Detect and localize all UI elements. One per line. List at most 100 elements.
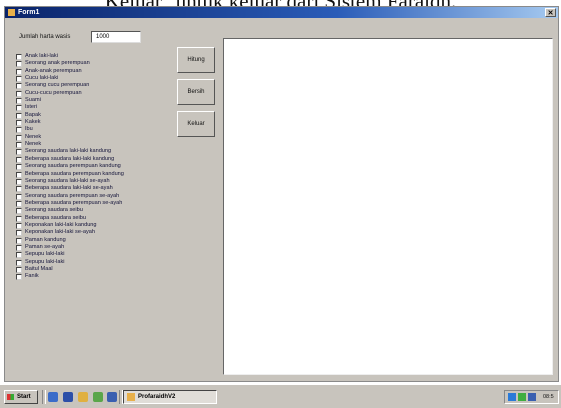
checkbox-label: Seorang saudara laki-laki kandung [25, 148, 112, 155]
heir-checkbox-row[interactable]: Seorang cucu perempuan [16, 82, 176, 90]
keluar-button[interactable]: Keluar [177, 111, 215, 137]
checkbox[interactable] [16, 171, 22, 178]
heir-checkbox-row[interactable]: Bapak [16, 112, 176, 119]
checkbox[interactable] [16, 112, 22, 119]
checkbox[interactable] [16, 244, 22, 251]
checkbox[interactable] [16, 274, 22, 281]
checkbox-label: Cucu-cucu perempuan [25, 89, 82, 96]
heir-checkbox-row[interactable]: Nenek [16, 134, 176, 141]
checkbox[interactable] [16, 178, 22, 185]
checkbox[interactable] [16, 156, 22, 163]
bersih-button[interactable]: Bersih [177, 79, 215, 105]
checkbox-label: Seorang anak perempuan [25, 60, 90, 67]
heir-checkbox-row[interactable]: Keponakan laki-laki se-ayah [16, 229, 176, 237]
checkbox-label: Paman se-ayah [25, 243, 65, 250]
heir-checkbox-row[interactable]: Kakek [16, 119, 176, 127]
checkbox[interactable] [16, 142, 22, 149]
taskbar-app-button[interactable]: ProfaraidhV2 [123, 390, 217, 404]
checkbox[interactable] [16, 98, 22, 105]
checkbox[interactable] [16, 61, 22, 68]
checkbox-label: Suami [25, 97, 41, 104]
heir-checkbox-row[interactable]: Keponakan laki-laki kandung [16, 222, 176, 229]
checkbox[interactable] [16, 200, 22, 207]
checkbox[interactable] [16, 90, 22, 97]
checkbox[interactable] [16, 222, 22, 229]
desktop-icon[interactable] [48, 392, 58, 402]
app-icon [8, 9, 15, 16]
heir-checkbox-row[interactable]: Sepupu laki-laki [16, 251, 176, 259]
checkbox[interactable] [16, 259, 22, 266]
checkbox[interactable] [16, 68, 22, 75]
heir-checkbox-row[interactable]: Seorang saudara laki-laki se-ayah [16, 178, 176, 185]
heir-checkbox-row[interactable]: Anak laki-laki [16, 53, 176, 60]
checkbox-label: Beberapa saudara laki-laki kandung [25, 155, 115, 162]
checkbox[interactable] [16, 76, 22, 83]
heir-checkbox-row[interactable]: Beberapa saudara perempuan se-ayah [16, 200, 176, 207]
checkbox-label: Anak laki-laki [25, 53, 58, 59]
explorer-icon[interactable] [78, 392, 88, 402]
heir-checkbox-list: Anak laki-laki Seorang anak perempuan Anak… [16, 53, 176, 281]
checkbox[interactable] [16, 237, 22, 244]
checkbox[interactable] [16, 134, 22, 141]
checkbox-label: Beberapa saudara perempuan kandung [25, 170, 124, 177]
checkbox-label: Paman kandung [25, 236, 66, 243]
heir-checkbox-row[interactable]: Seorang saudara laki-laki kandung [16, 148, 176, 156]
heir-checkbox-row[interactable]: Nenek [16, 141, 176, 149]
heir-checkbox-row[interactable]: Seorang saudara seibu [16, 207, 176, 215]
quick-launch-icon[interactable] [107, 392, 117, 402]
word-icon[interactable] [63, 392, 73, 402]
heir-checkbox-row[interactable]: Seorang saudara perempuan se-ayah [16, 193, 176, 200]
taskbar-app-label: ProfaraidhV2 [138, 394, 176, 400]
heir-checkbox-row[interactable]: Isteri [16, 104, 176, 112]
checkbox-label: Seorang cucu perempuan [25, 82, 90, 89]
checkbox-label: Sepupu laki-laki [25, 258, 65, 265]
hitung-button[interactable]: Hitung [177, 47, 215, 73]
checkbox[interactable] [16, 83, 22, 90]
heir-checkbox-row[interactable]: Beberapa saudara laki-laki kandung [16, 156, 176, 163]
title-bar[interactable]: Form1 ✕ [5, 7, 558, 18]
checkbox-label: Keponakan laki-laki kandung [25, 221, 97, 228]
checkbox-label: Beberapa saudara laki-laki se-ayah [25, 185, 113, 192]
checkbox-label: Anak-anak perempuan [25, 67, 82, 74]
checkbox[interactable] [16, 230, 22, 237]
heir-checkbox-row[interactable]: Suami [16, 97, 176, 105]
paint-icon[interactable] [93, 392, 103, 402]
heir-checkbox-row[interactable]: Seorang saudara perempuan kandung [16, 163, 176, 171]
heir-checkbox-row[interactable]: Paman kandung [16, 237, 176, 244]
tray-icon[interactable] [528, 393, 536, 401]
heir-checkbox-row[interactable]: Sepupu laki-laki [16, 259, 176, 266]
heir-checkbox-row[interactable]: Seorang anak perempuan [16, 60, 176, 68]
checkbox[interactable] [16, 193, 22, 200]
checkbox[interactable] [16, 105, 22, 112]
heir-checkbox-row[interactable]: Beberapa saudara laki-laki se-ayah [16, 185, 176, 193]
heir-checkbox-row[interactable]: Baitul Maal [16, 266, 176, 273]
heir-checkbox-row[interactable]: Beberapa saudara perempuan kandung [16, 171, 176, 178]
checkbox-label: Cucu laki-laki [25, 75, 59, 82]
checkbox[interactable] [16, 266, 22, 273]
network-icon[interactable] [508, 393, 516, 401]
system-tray: 08:5 [504, 390, 559, 404]
checkbox[interactable] [16, 120, 22, 127]
checkbox[interactable] [16, 127, 22, 134]
volume-icon[interactable] [518, 393, 526, 401]
checkbox[interactable] [16, 186, 22, 193]
heir-checkbox-row[interactable]: Fanik [16, 273, 176, 281]
result-output-area[interactable] [223, 38, 553, 375]
start-button[interactable]: Start [4, 390, 38, 404]
heir-checkbox-row[interactable]: Cucu laki-laki [16, 75, 176, 83]
start-label: Start [17, 394, 31, 400]
heir-checkbox-row[interactable]: Anak-anak perempuan [16, 68, 176, 75]
checkbox[interactable] [16, 252, 22, 259]
checkbox[interactable] [16, 215, 22, 222]
checkbox-label: Isteri [25, 104, 38, 111]
checkbox[interactable] [16, 208, 22, 215]
heir-checkbox-row[interactable]: Ibu [16, 126, 176, 134]
checkbox[interactable] [16, 164, 22, 171]
jumlah-harta-input[interactable]: 1000 [91, 31, 141, 43]
heir-checkbox-row[interactable]: Cucu-cucu perempuan [16, 90, 176, 97]
checkbox[interactable] [16, 149, 22, 156]
heir-checkbox-row[interactable]: Beberapa saudara seibu [16, 215, 176, 222]
close-button[interactable]: ✕ [545, 8, 556, 17]
checkbox[interactable] [16, 54, 22, 60]
heir-checkbox-row[interactable]: Paman se-ayah [16, 244, 176, 251]
